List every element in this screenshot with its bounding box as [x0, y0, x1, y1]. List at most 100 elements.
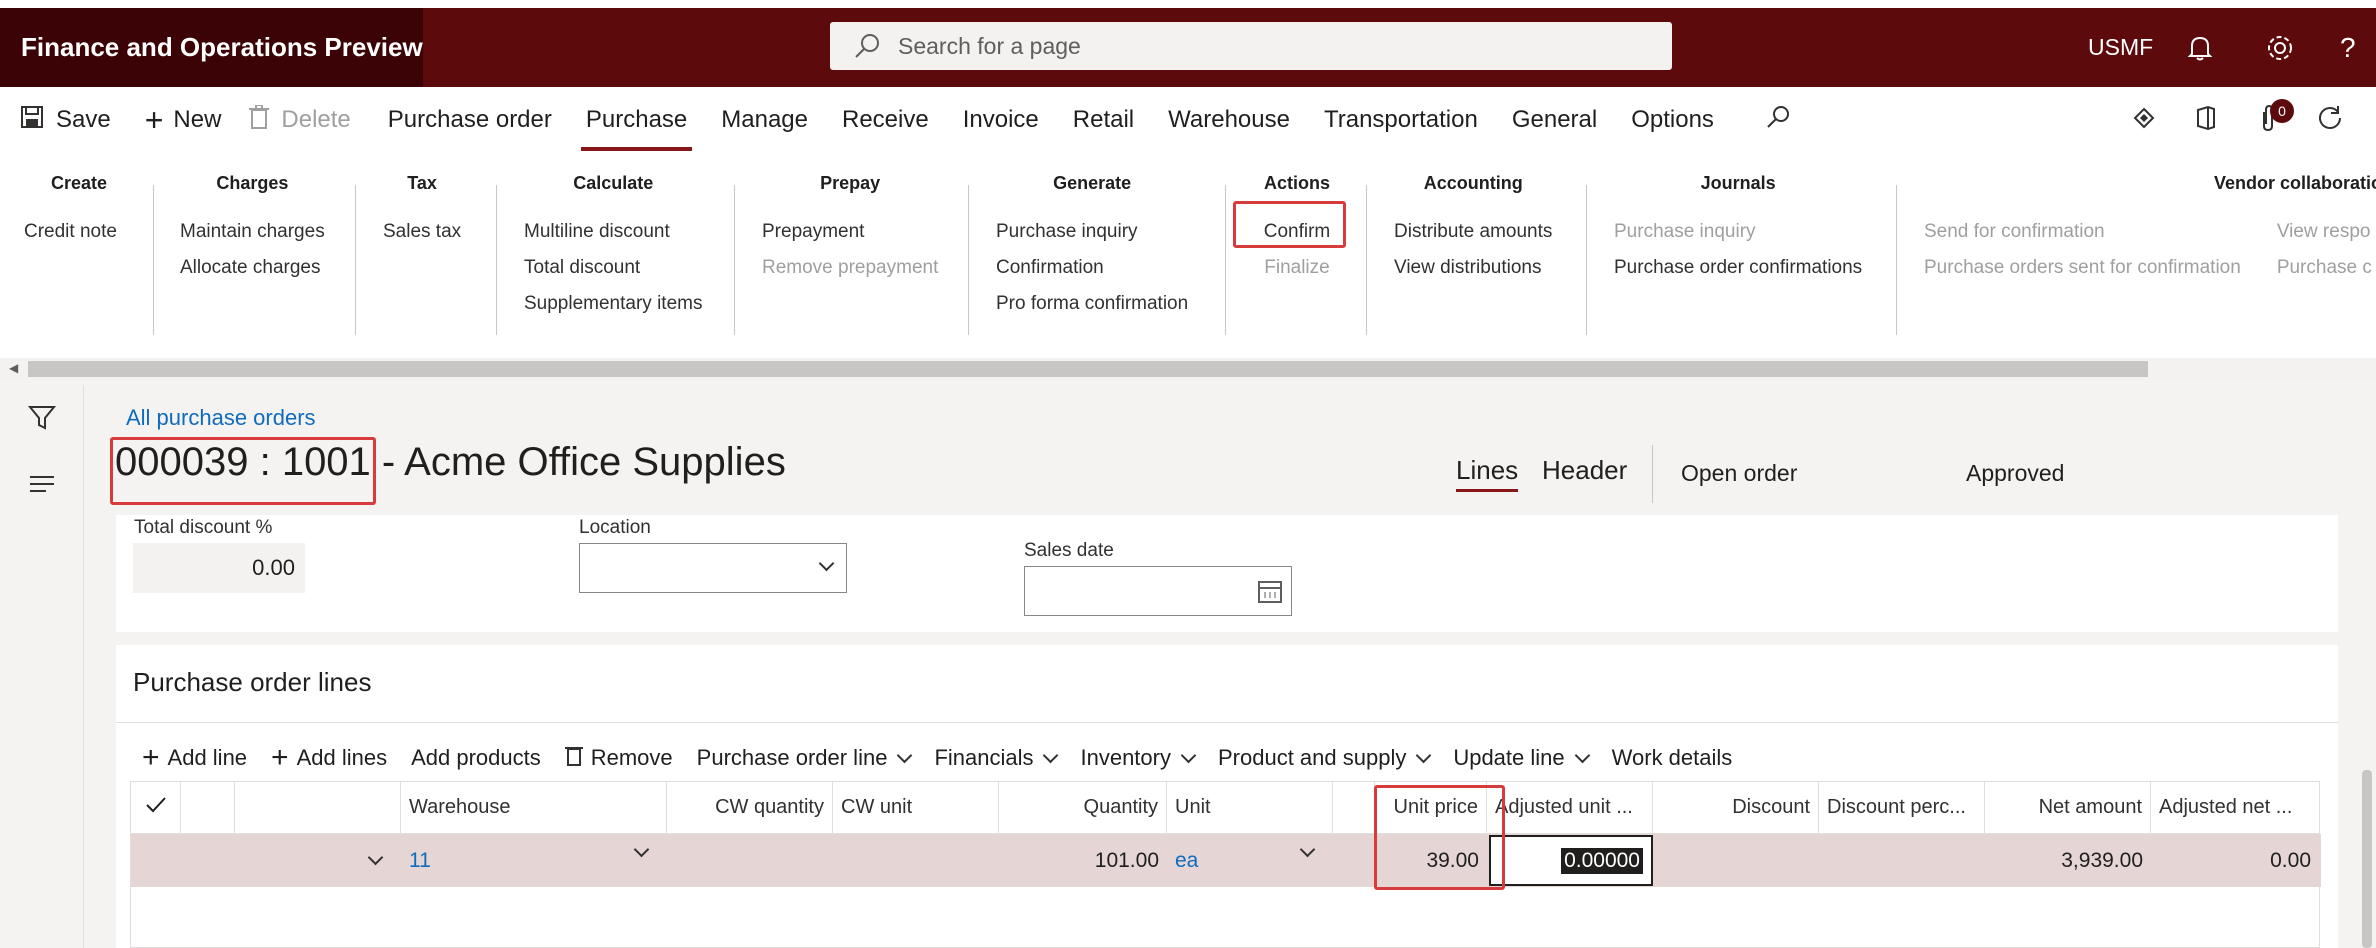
remove-prepayment-button[interactable]: Remove prepayment	[762, 250, 938, 286]
tab-manage[interactable]: Manage	[704, 87, 825, 153]
add-lines-button[interactable]: + Add lines	[259, 741, 399, 775]
column-header-adjusted-unit-price[interactable]: Adjusted unit ...	[1487, 782, 1653, 834]
cw-unit-cell[interactable]	[833, 834, 999, 887]
purchase-ribbon: Create Credit note Charges Maintain char…	[0, 153, 2376, 358]
tab-receive[interactable]: Receive	[825, 87, 946, 153]
work-details-button[interactable]: Work details	[1600, 745, 1745, 771]
tab-purchase-order[interactable]: Purchase order	[371, 87, 569, 153]
sales-tax-button[interactable]: Sales tax	[383, 214, 461, 250]
refresh-button[interactable]	[2316, 87, 2344, 153]
total-discount-label: Total discount %	[134, 517, 273, 538]
adjusted-unit-price-input[interactable]: 0.00000	[1489, 835, 1653, 886]
column-header-unit[interactable]: Unit	[1167, 782, 1333, 834]
ribbon-group-accounting: Accounting Distribute amounts View distr…	[1394, 173, 1552, 286]
notifications-button[interactable]	[2180, 8, 2220, 87]
table-row[interactable]: 11 101.00 ea 39.00 0.00000 3,939.00 0.00	[131, 834, 2321, 887]
company-picker[interactable]: USMF	[2088, 8, 2153, 87]
action-search-button[interactable]	[1753, 87, 1803, 153]
view-responses-button[interactable]: View respo	[2277, 214, 2372, 250]
cw-quantity-cell[interactable]	[667, 834, 833, 887]
financials-menu[interactable]: Financials	[922, 745, 1068, 771]
purchase-orders-sent-button[interactable]: Purchase orders sent for confirmation	[1924, 250, 2241, 286]
column-header-quantity[interactable]: Quantity	[999, 782, 1167, 834]
calendar-icon[interactable]	[1257, 578, 1283, 609]
unit-cell[interactable]: ea	[1167, 834, 1333, 887]
column-header-discount[interactable]: Discount	[1653, 782, 1819, 834]
update-line-menu[interactable]: Update line	[1441, 745, 1599, 771]
remove-button[interactable]: Remove	[553, 744, 685, 772]
send-for-confirmation-button[interactable]: Send for confirmation	[1924, 214, 2241, 250]
tab-options[interactable]: Options	[1614, 87, 1731, 153]
net-amount-cell[interactable]: 3,939.00	[1985, 834, 2151, 887]
page-scrollbar[interactable]	[2362, 770, 2372, 948]
group-divider	[1586, 185, 1587, 335]
related-info-button[interactable]	[2132, 87, 2156, 153]
pro-forma-confirmation-button[interactable]: Pro forma confirmation	[996, 286, 1188, 322]
prepayment-button[interactable]: Prepayment	[762, 214, 938, 250]
inventory-menu[interactable]: Inventory	[1068, 745, 1206, 771]
adjusted-net-cell[interactable]: 0.00	[2151, 834, 2319, 887]
tab-purchase[interactable]: Purchase	[569, 87, 704, 153]
column-header-adjusted-net[interactable]: Adjusted net ...	[2151, 782, 2319, 834]
list-pane-button[interactable]	[28, 473, 56, 500]
tab-general[interactable]: General	[1495, 87, 1614, 153]
maintain-charges-button[interactable]: Maintain charges	[180, 214, 325, 250]
discount-cell[interactable]	[1653, 834, 1819, 887]
filter-button[interactable]	[27, 405, 57, 436]
warehouse-cell[interactable]: 11	[401, 834, 667, 887]
purchase-inquiry-button[interactable]: Purchase inquiry	[996, 214, 1188, 250]
save-button[interactable]: Save	[0, 87, 123, 153]
product-and-supply-menu[interactable]: Product and supply	[1206, 745, 1441, 771]
scroll-left-icon[interactable]: ◀	[9, 361, 18, 375]
tab-invoice[interactable]: Invoice	[946, 87, 1056, 153]
office-button[interactable]	[2194, 87, 2218, 153]
tab-lines[interactable]: Lines	[1456, 455, 1519, 492]
delete-button[interactable]: Delete	[237, 87, 362, 153]
trash-icon	[249, 103, 270, 136]
purchase-order-confirmations-button[interactable]: Purchase order confirmations	[1614, 250, 1862, 286]
credit-note-button[interactable]: Credit note	[24, 214, 134, 250]
help-button[interactable]: ?	[2340, 8, 2356, 87]
search-box[interactable]: Search for a page	[830, 22, 1672, 70]
breadcrumb[interactable]: All purchase orders	[126, 405, 316, 431]
order-status: Open order	[1681, 460, 1798, 486]
tab-header[interactable]: Header	[1542, 455, 1627, 486]
total-discount-button[interactable]: Total discount	[524, 250, 702, 286]
confirm-highlight	[1233, 201, 1346, 248]
settings-button[interactable]	[2260, 8, 2300, 87]
column-header-discount-percent[interactable]: Discount perc...	[1819, 782, 1985, 834]
group-title: Journals	[1700, 173, 1776, 193]
location-dropdown[interactable]	[579, 543, 847, 593]
column-header-warehouse[interactable]: Warehouse	[401, 782, 667, 834]
purchase-c-button[interactable]: Purchase c	[2277, 250, 2372, 286]
add-line-button[interactable]: + Add line	[116, 741, 259, 775]
column-header-cw-unit[interactable]: CW unit	[833, 782, 999, 834]
view-distributions-button[interactable]: View distributions	[1394, 250, 1552, 286]
add-products-button[interactable]: Add products	[399, 745, 553, 771]
confirmation-button[interactable]: Confirmation	[996, 250, 1188, 286]
row-expander[interactable]	[235, 834, 401, 887]
scrollbar-thumb[interactable]	[28, 361, 2148, 377]
ribbon-scrollbar[interactable]: ◀	[0, 358, 2376, 380]
finalize-button[interactable]: Finalize	[1250, 250, 1344, 286]
multiline-discount-button[interactable]: Multiline discount	[524, 214, 702, 250]
distribute-amounts-button[interactable]: Distribute amounts	[1394, 214, 1552, 250]
column-header-net-amount[interactable]: Net amount	[1985, 782, 2151, 834]
quantity-cell[interactable]: 101.00	[999, 834, 1167, 887]
purchase-order-line-menu[interactable]: Purchase order line	[685, 745, 923, 771]
total-discount-field[interactable]: 0.00	[133, 543, 305, 593]
ribbon-group-tax: Tax Sales tax	[383, 173, 461, 250]
tab-warehouse[interactable]: Warehouse	[1151, 87, 1307, 153]
tab-transportation[interactable]: Transportation	[1307, 87, 1495, 153]
discount-percent-cell[interactable]	[1819, 834, 1985, 887]
column-header-cw-quantity[interactable]: CW quantity	[667, 782, 833, 834]
journal-purchase-inquiry-button[interactable]: Purchase inquiry	[1614, 214, 1862, 250]
supplementary-items-button[interactable]: Supplementary items	[524, 286, 702, 322]
tab-retail[interactable]: Retail	[1056, 87, 1151, 153]
sales-date-field[interactable]	[1024, 566, 1292, 616]
allocate-charges-button[interactable]: Allocate charges	[180, 250, 325, 286]
attachments-button[interactable]: 0	[2258, 87, 2294, 153]
refresh-icon	[2316, 104, 2344, 137]
new-button[interactable]: + New	[133, 87, 234, 153]
select-all-checkbox[interactable]	[131, 782, 181, 834]
